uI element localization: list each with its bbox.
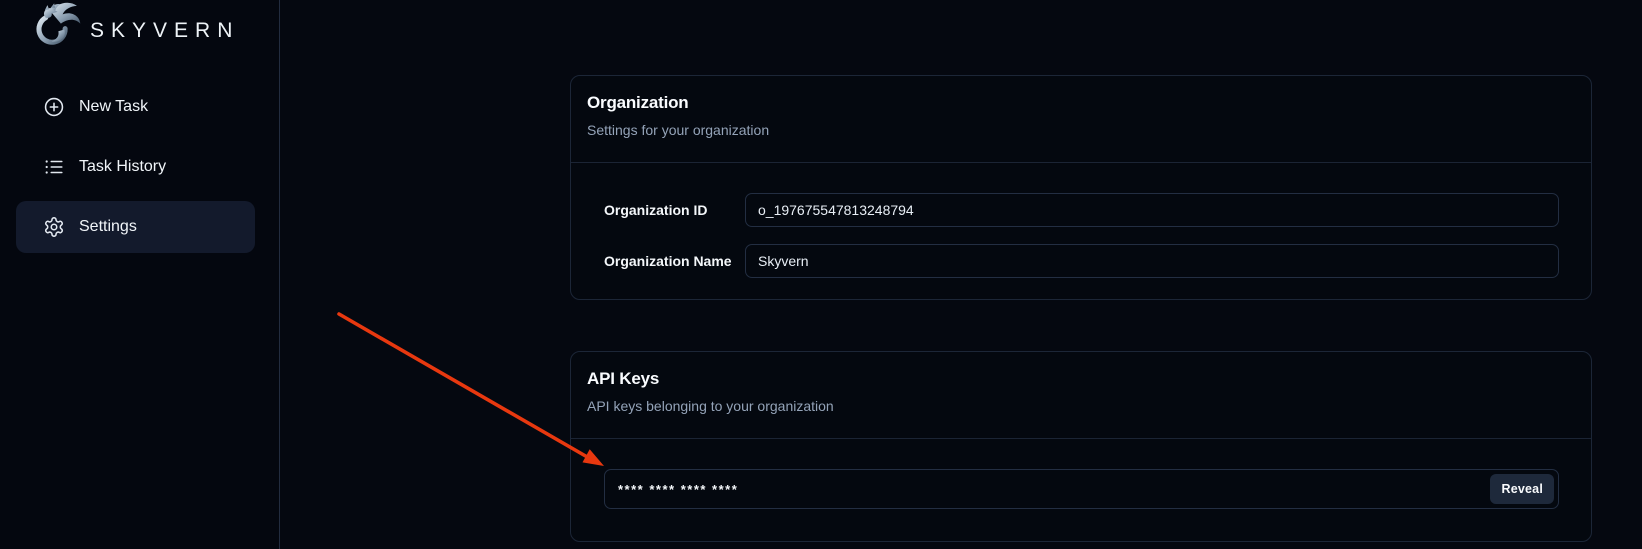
api-key-field-wrap: Reveal [604, 469, 1559, 509]
sidebar-item-label: New Task [79, 98, 148, 116]
annotation-arrow [339, 314, 604, 466]
brand-wordmark: SKYVERN [90, 19, 239, 43]
organization-card-subtitle: Settings for your organization [587, 122, 1575, 138]
plus-circle-icon [43, 96, 65, 118]
organization-name-input[interactable] [745, 244, 1559, 278]
sidebar-item-task-history[interactable]: Task History [16, 141, 255, 193]
brand: SKYVERN [0, 0, 279, 56]
organization-name-label: Organization Name [604, 253, 745, 269]
skyvern-dragon-logo-icon [28, 0, 82, 59]
sidebar-item-label: Settings [79, 218, 137, 236]
organization-id-row: Organization ID [604, 193, 1559, 227]
api-keys-card-header: API Keys API keys belonging to your orga… [571, 352, 1591, 439]
api-keys-card-subtitle: API keys belonging to your organization [587, 398, 1575, 414]
api-keys-card-body: Reveal [571, 439, 1591, 509]
sidebar: SKYVERN New Task [0, 0, 280, 549]
api-key-masked-input[interactable] [604, 469, 1559, 509]
organization-card-header: Organization Settings for your organizat… [571, 76, 1591, 163]
list-icon [43, 156, 65, 178]
reveal-api-key-button[interactable]: Reveal [1490, 474, 1554, 504]
api-keys-card-title: API Keys [587, 369, 1575, 389]
organization-id-input[interactable] [745, 193, 1559, 227]
sidebar-nav: New Task Task History [0, 81, 279, 261]
annotation-arrow-shaft [339, 314, 589, 458]
sidebar-item-label: Task History [79, 158, 166, 176]
api-keys-card: API Keys API keys belonging to your orga… [570, 351, 1592, 542]
sidebar-item-new-task[interactable]: New Task [16, 81, 255, 133]
organization-card: Organization Settings for your organizat… [570, 75, 1592, 300]
sidebar-item-settings[interactable]: Settings [16, 201, 255, 253]
gear-icon [43, 216, 65, 238]
organization-card-title: Organization [587, 93, 1575, 113]
organization-name-row: Organization Name [604, 244, 1559, 278]
organization-card-body: Organization ID Organization Name [571, 163, 1591, 278]
organization-id-label: Organization ID [604, 202, 745, 218]
